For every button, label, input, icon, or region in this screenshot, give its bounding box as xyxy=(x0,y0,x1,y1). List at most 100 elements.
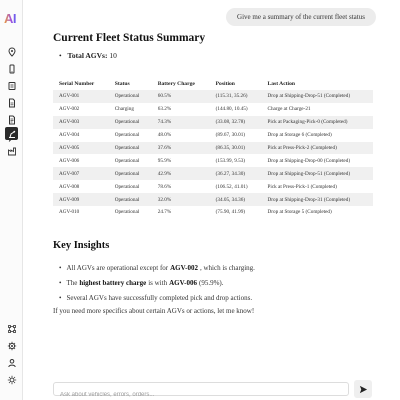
table-row: AGV-009 Operational 32.0% (34.05, 34.36) Dro… xyxy=(53,193,373,207)
insight-text: is with xyxy=(148,278,168,287)
cell-serial-number: AGV-001 xyxy=(53,90,109,103)
chat-input-container xyxy=(53,382,349,400)
document-icon[interactable] xyxy=(5,96,18,109)
total-agvs-value: 10 xyxy=(109,51,117,60)
table-row: AGV-001 Operational 60.5% (115.31, 35.26) Dr… xyxy=(53,90,373,103)
insight-item: The highest battery charge is with AGV-0… xyxy=(59,275,255,290)
table-row: AGV-002 Charging 63.2% (144.80, 10.45) Charg… xyxy=(53,102,373,116)
table-row: AGV-004 Operational 48.0% (89.67, 30.01) Dro… xyxy=(53,128,373,142)
cell-battery-charge: 63.2% xyxy=(151,102,210,116)
cell-last-action: Drop at Storage 5 (Completed) xyxy=(261,206,373,219)
cell-status: Operational xyxy=(108,90,152,103)
cell-position: (75.90, 41.99) xyxy=(209,206,262,219)
insights-title: Key Insights xyxy=(53,240,110,251)
cell-battery-charge: 37.6% xyxy=(151,141,210,155)
cell-last-action: Pick at Press-Pick-1 (Completed) xyxy=(261,180,373,194)
phone-icon[interactable] xyxy=(5,62,18,75)
list-icon[interactable] xyxy=(5,79,18,92)
cell-serial-number: AGV-003 xyxy=(53,115,109,129)
cell-status: Charging xyxy=(108,102,152,116)
table-header-row: Serial Number Status Battery Charge Posi… xyxy=(53,78,373,90)
gear-icon[interactable] xyxy=(5,339,18,352)
cell-last-action: Drop at Shipping-Drop-51 (Completed) xyxy=(261,167,373,181)
sun-icon[interactable] xyxy=(5,373,18,386)
table-row: AGV-006 Operational 95.9% (153.99, 9.53) Dro… xyxy=(53,154,373,168)
cell-status: Operational xyxy=(108,193,152,207)
col-battery-charge: Battery Charge xyxy=(157,81,195,87)
table-row: AGV-003 Operational 74.3% (33.08, 32.78) Pic… xyxy=(53,115,373,129)
cell-position: (86.35, 30.01) xyxy=(209,141,262,155)
cell-last-action: Pick at Press-Pick-2 (Completed) xyxy=(261,141,373,155)
app-logo[interactable]: AI xyxy=(4,11,17,26)
cell-battery-charge: 78.6% xyxy=(151,180,210,194)
cell-position: (153.99, 9.53) xyxy=(209,154,262,168)
robot-arm-icon[interactable] xyxy=(5,127,18,140)
send-button[interactable] xyxy=(354,380,372,398)
cell-serial-number: AGV-007 xyxy=(53,167,109,181)
map-pin-icon[interactable] xyxy=(5,45,18,58)
cell-status: Operational xyxy=(108,180,152,194)
document-lines-icon[interactable] xyxy=(5,113,18,126)
cell-serial-number: AGV-005 xyxy=(53,141,109,155)
cell-status: Operational xyxy=(108,154,152,168)
insight-text: All AGVs are operational except for xyxy=(66,263,169,272)
insight-highlight: AGV-006 xyxy=(169,278,197,287)
insight-highlight: AGV-002 xyxy=(170,263,198,272)
insight-item: Several AGVs have successfully completed… xyxy=(59,290,255,305)
cell-status: Operational xyxy=(108,206,152,219)
insight-highlight: highest battery charge xyxy=(79,278,147,287)
cell-battery-charge: 32.0% xyxy=(151,193,210,207)
insight-text: , which is charging. xyxy=(200,263,255,272)
total-agvs-label: Total AGVs: xyxy=(67,51,108,60)
cell-battery-charge: 60.5% xyxy=(151,90,210,103)
cell-status: Operational xyxy=(108,167,152,181)
fleet-table: Serial Number Status Battery Charge Posi… xyxy=(53,78,373,219)
cell-serial-number: AGV-006 xyxy=(53,154,109,168)
send-icon xyxy=(359,385,367,393)
col-position: Position xyxy=(215,81,235,87)
factory-icon[interactable] xyxy=(5,144,18,157)
cell-last-action: Charge at Charge-21 xyxy=(261,102,373,116)
table-row: AGV-005 Operational 37.6% (86.35, 30.01) Pic… xyxy=(53,141,373,155)
nodes-icon[interactable] xyxy=(5,322,18,335)
cell-serial-number: AGV-002 xyxy=(53,102,109,116)
cell-battery-charge: 48.0% xyxy=(151,128,210,142)
table-row: AGV-007 Operational 42.9% (36.27, 34.30) Dro… xyxy=(53,167,373,181)
col-serial-number: Serial Number xyxy=(59,81,95,87)
cell-position: (89.67, 30.01) xyxy=(209,128,262,142)
cell-last-action: Drop at Shipping-Drop-00 (Completed) xyxy=(261,154,373,168)
cell-position: (106.52, 41.01) xyxy=(209,180,262,194)
cell-battery-charge: 95.9% xyxy=(151,154,210,168)
cell-battery-charge: 42.9% xyxy=(151,167,210,181)
fleet-table-body: AGV-001 Operational 60.5% (115.31, 35.26) Dr… xyxy=(53,90,373,219)
cell-serial-number: AGV-008 xyxy=(53,180,109,194)
closing-message: If you need more specifics about certain… xyxy=(53,307,255,315)
summary-title: Current Fleet Status Summary xyxy=(53,32,206,44)
cell-last-action: Drop at Shipping-Drop-51 (Completed) xyxy=(261,90,373,103)
cell-status: Operational xyxy=(108,128,152,142)
user-message-bubble: Give me a summary of the current fleet s… xyxy=(226,8,376,26)
insight-text: The xyxy=(66,278,78,287)
cell-position: (144.80, 10.45) xyxy=(209,102,262,116)
sidebar: AI xyxy=(0,0,23,400)
cell-status: Operational xyxy=(108,115,152,129)
cell-serial-number: AGV-010 xyxy=(53,206,109,219)
col-last-action: Last Action xyxy=(267,81,296,87)
cell-position: (33.08, 32.78) xyxy=(209,115,262,129)
cell-status: Operational xyxy=(108,141,152,155)
cell-battery-charge: 74.3% xyxy=(151,115,210,129)
cell-last-action: Pick at Packaging-Pick-0 (Completed) xyxy=(261,115,373,129)
insights-list: All AGVs are operational except for AGV-… xyxy=(59,260,255,305)
cell-last-action: Drop at Shipping-Drop-31 (Completed) xyxy=(261,193,373,207)
insight-text: Several AGVs have successfully completed… xyxy=(66,293,253,302)
chat-input[interactable] xyxy=(54,389,348,400)
user-icon[interactable] xyxy=(5,356,18,369)
insight-text: (95.9%). xyxy=(198,278,224,287)
cell-position: (115.31, 35.26) xyxy=(209,90,262,103)
cell-last-action: Drop at Storage 6 (Completed) xyxy=(261,128,373,142)
col-status: Status xyxy=(114,81,130,87)
table-row: AGV-010 Operational 24.7% (75.90, 41.99) Dro… xyxy=(53,206,373,219)
total-agvs: Total AGVs: 10 xyxy=(59,51,117,60)
cell-battery-charge: 24.7% xyxy=(151,206,210,219)
cell-position: (34.05, 34.36) xyxy=(209,193,262,207)
